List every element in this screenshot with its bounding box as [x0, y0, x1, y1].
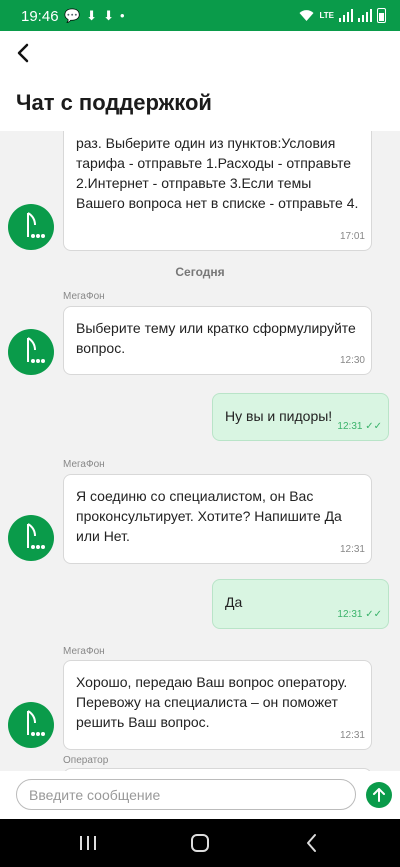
- chat-feed[interactable]: раз. Выберите один из пунктов:Условия та…: [0, 131, 400, 771]
- message-text: Выберите тему или кратко сформулируйте в…: [76, 320, 356, 356]
- avatar: [8, 329, 54, 375]
- message-time: 12:31: [339, 730, 365, 741]
- status-time: 19:46: [21, 8, 59, 25]
- arrow-up-icon: [373, 788, 385, 802]
- message-text: раз. Выберите один из пунктов:Условия та…: [76, 135, 359, 211]
- sender-name: МегаФон: [63, 459, 105, 470]
- home-icon[interactable]: [188, 831, 212, 855]
- back-icon[interactable]: [300, 831, 324, 855]
- header: Чат с поддержкой: [0, 31, 400, 131]
- notification-icons: 💬⬇⬇•: [64, 8, 131, 23]
- signal-icon-2: [358, 9, 372, 22]
- message-time: 12:31: [339, 544, 365, 555]
- avatar: [8, 515, 54, 561]
- megafon-logo-icon: [27, 710, 45, 736]
- double-check-icon: ✓✓: [365, 609, 382, 620]
- sender-name: МегаФон: [63, 291, 105, 302]
- megafon-logo-icon: [27, 337, 45, 363]
- avatar: [8, 204, 54, 250]
- message-bubble: Я соединю со специалистом, он Вас прокон…: [63, 474, 372, 564]
- back-arrow-icon[interactable]: [12, 41, 36, 65]
- signal-icon: [339, 9, 353, 22]
- status-right: LTE: [299, 8, 386, 23]
- message-bubble: Хорошо, передаю Ваш вопрос оператору. Пе…: [63, 660, 372, 750]
- send-button[interactable]: [366, 782, 392, 808]
- message-bubble: раз. Выберите один из пунктов:Условия та…: [63, 131, 372, 251]
- megafon-logo-icon: [27, 212, 45, 238]
- sender-name: МегаФон: [63, 646, 105, 657]
- network-type: LTE: [319, 10, 334, 20]
- system-nav-bar: [0, 819, 400, 867]
- message-time: 12:30: [339, 355, 365, 366]
- message-input[interactable]: [16, 779, 356, 810]
- recent-apps-icon[interactable]: [76, 831, 100, 855]
- avatar: [8, 702, 54, 748]
- message-time: 17:01: [339, 231, 365, 242]
- message-bubble-outgoing: Да 12:31 ✓✓: [212, 579, 389, 629]
- wifi-icon: [299, 10, 314, 21]
- message-time: 12:31 ✓✓: [337, 421, 382, 432]
- date-separator: Сегодня: [175, 265, 225, 279]
- battery-icon: [377, 8, 386, 23]
- page-title: Чат с поддержкой: [16, 90, 212, 115]
- megafon-logo-icon: [27, 523, 45, 549]
- status-bar: 19:46 💬⬇⬇• LTE: [0, 0, 400, 31]
- message-time: 12:31 ✓✓: [337, 609, 382, 620]
- message-text: Я соединю со специалистом, он Вас прокон…: [76, 488, 342, 544]
- double-check-icon: ✓✓: [365, 421, 382, 432]
- message-composer: [0, 771, 400, 819]
- sender-name: Оператор: [63, 755, 109, 766]
- message-bubble: Выберите тему или кратко сформулируйте в…: [63, 306, 372, 375]
- message-text: Хорошо, передаю Ваш вопрос оператору. Пе…: [76, 674, 348, 730]
- message-bubble-outgoing: Ну вы и пидоры! 12:31 ✓✓: [212, 393, 389, 441]
